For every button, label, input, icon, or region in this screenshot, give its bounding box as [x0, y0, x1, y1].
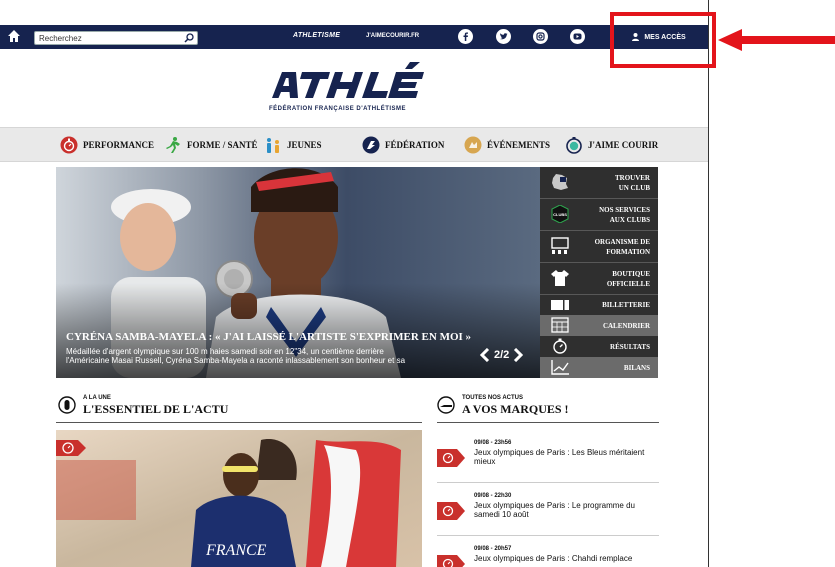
side-menu: TROUVER UN CLUB CLUBS NOS SERVICES AUX CLU…	[540, 167, 658, 378]
kids-icon	[267, 137, 279, 153]
training-icon	[551, 237, 569, 254]
svg-text:CLUBS: CLUBS	[553, 212, 567, 217]
hero-pager-count: 2/2	[494, 349, 510, 361]
essentiel-photo[interactable]: FRANCE	[56, 430, 422, 567]
hero-description: Médaillée d'argent olympique sur 100 m h…	[66, 347, 406, 365]
home-icon[interactable]	[7, 29, 21, 43]
youtube-icon[interactable]	[570, 29, 585, 44]
news-time: 09/08 - 22h30	[474, 493, 512, 499]
nav-label: FÉDÉRATION	[385, 139, 445, 150]
side-label: BOUTIQUE OFFICIELLE	[606, 270, 650, 288]
calendar-icon	[551, 317, 569, 333]
search-input[interactable]	[39, 32, 179, 44]
news-title[interactable]: Jeux olympiques de Paris : Les Bleus mér…	[474, 448, 659, 466]
side-label: BILANS	[623, 364, 650, 372]
side-item-services-clubs[interactable]: CLUBS NOS SERVICES AUX CLUBS	[540, 199, 658, 230]
facebook-icon[interactable]	[458, 29, 473, 44]
side-item-calendrier[interactable]: CALENDRIER	[540, 315, 658, 336]
stopwatch-icon	[553, 338, 567, 354]
events-icon	[464, 136, 482, 153]
side-item-billetterie[interactable]: BILLETTERIE	[540, 295, 658, 315]
essentiel-divider	[56, 422, 422, 423]
chart-icon	[551, 360, 569, 375]
essentiel-pre: A LA UNE	[83, 395, 111, 401]
side-item-boutique[interactable]: BOUTIQUE OFFICIELLE	[540, 263, 658, 294]
side-label: NOS SERVICES AUX CLUBS	[599, 206, 650, 224]
nav-item-jaime-courir[interactable]: J'AIME COURIR	[565, 128, 658, 161]
nav-label: ÉVÉNEMENTS	[487, 139, 551, 150]
hero-pager: 2/2	[480, 348, 524, 362]
twitter-icon[interactable]	[496, 29, 511, 44]
search-box	[34, 31, 198, 45]
side-item-trouver-club[interactable]: TROUVER UN CLUB	[540, 167, 658, 198]
nav-item-forme-sante[interactable]: FORME / SANTÉ	[164, 128, 258, 161]
news-item[interactable]: 09/08 - 23h56 Jeux olympiques de Paris :…	[437, 437, 659, 477]
side-label: ORGANISME DE FORMATION	[594, 238, 650, 256]
nav-label: PERFORMANCE	[83, 139, 154, 150]
federation-icon	[362, 136, 380, 153]
stopwatch-icon	[437, 502, 465, 520]
side-label: CALENDRIER	[602, 322, 650, 330]
svg-text:FRANCE: FRANCE	[205, 542, 267, 559]
services-badge-icon: CLUBS	[551, 205, 569, 223]
nav-item-evenements[interactable]: ÉVÉNEMENTS	[464, 128, 550, 161]
stopwatch-icon	[437, 449, 465, 467]
nav-label: FORME / SANTÉ	[187, 139, 258, 150]
news-time: 09/08 - 23h56	[474, 440, 512, 446]
annotation-highlight-box	[610, 12, 716, 68]
news-item[interactable]: 09/08 - 20h57 Jeux olympiques de Paris :…	[437, 543, 659, 567]
nav-label: JEUNES	[287, 139, 322, 150]
chevron-left-icon[interactable]	[480, 348, 490, 362]
news-time: 09/08 - 20h57	[474, 546, 512, 552]
jaimecourir-icon	[566, 136, 582, 154]
athletisme-link[interactable]: ATHLETISME	[293, 32, 340, 39]
annotation-arrow-icon	[718, 29, 835, 51]
nav-item-federation[interactable]: FÉDÉRATION	[362, 128, 444, 161]
marques-icon	[437, 396, 455, 414]
hero-carousel[interactable]: CYRÉNA SAMBA-MAYELA : « J'AI LAISSÉ L'AR…	[56, 167, 540, 378]
article-photo: FRANCE	[56, 430, 422, 567]
main-nav: PERFORMANCE FORME / SANTÉ JEUNES FÉDÉRAT…	[0, 127, 708, 162]
top-bar: ATHLETISME J'AIMECOURIR.FR MES ACCÈS	[0, 25, 708, 49]
marques-divider	[437, 422, 659, 423]
chevron-right-icon[interactable]	[513, 348, 524, 362]
side-label: BILLETTERIE	[602, 301, 650, 309]
nav-item-performance[interactable]: PERFORMANCE	[60, 128, 154, 161]
news-title[interactable]: Jeux olympiques de Paris : Chahdi rempla…	[474, 554, 659, 563]
essentiel-title[interactable]: L'ESSENTIEL DE L'ACTU	[83, 402, 228, 417]
side-label: RÉSULTATS	[610, 343, 650, 351]
news-title[interactable]: Jeux olympiques de Paris : Le programme …	[474, 501, 659, 519]
marques-pre: TOUTES NOS ACTUS	[462, 395, 524, 401]
instagram-icon[interactable]	[533, 29, 548, 44]
stopwatch-icon	[60, 136, 78, 153]
news-divider	[437, 482, 659, 483]
nav-label: J'AIME COURIR	[588, 139, 659, 150]
side-item-organisme-formation[interactable]: ORGANISME DE FORMATION	[540, 231, 658, 262]
runner-icon	[166, 136, 180, 153]
search-icon[interactable]	[184, 33, 194, 43]
ticket-icon	[551, 300, 569, 310]
side-label: TROUVER UN CLUB	[614, 174, 650, 192]
logo-subtitle: FÉDÉRATION FRANÇAISE D'ATHLÉTISME	[269, 106, 407, 112]
nav-item-jeunes[interactable]: JEUNES	[264, 128, 322, 161]
marques-title[interactable]: A VOS MARQUES !	[462, 402, 569, 417]
stopwatch-icon	[437, 555, 465, 567]
page: ATHLETISME J'AIMECOURIR.FR MES ACCÈS	[0, 0, 709, 567]
news-item[interactable]: 09/08 - 22h30 Jeux olympiques de Paris :…	[437, 490, 659, 530]
jaimecourir-link[interactable]: J'AIMECOURIR.FR	[366, 33, 419, 39]
news-divider	[437, 535, 659, 536]
side-item-resultats[interactable]: RÉSULTATS	[540, 336, 658, 357]
france-map-icon	[552, 174, 568, 190]
shirt-icon	[551, 270, 569, 286]
side-item-bilans[interactable]: BILANS	[540, 357, 658, 378]
hero-title[interactable]: CYRÉNA SAMBA-MAYELA : « J'AI LAISSÉ L'AR…	[66, 331, 471, 343]
essentiel-icon	[58, 396, 76, 414]
